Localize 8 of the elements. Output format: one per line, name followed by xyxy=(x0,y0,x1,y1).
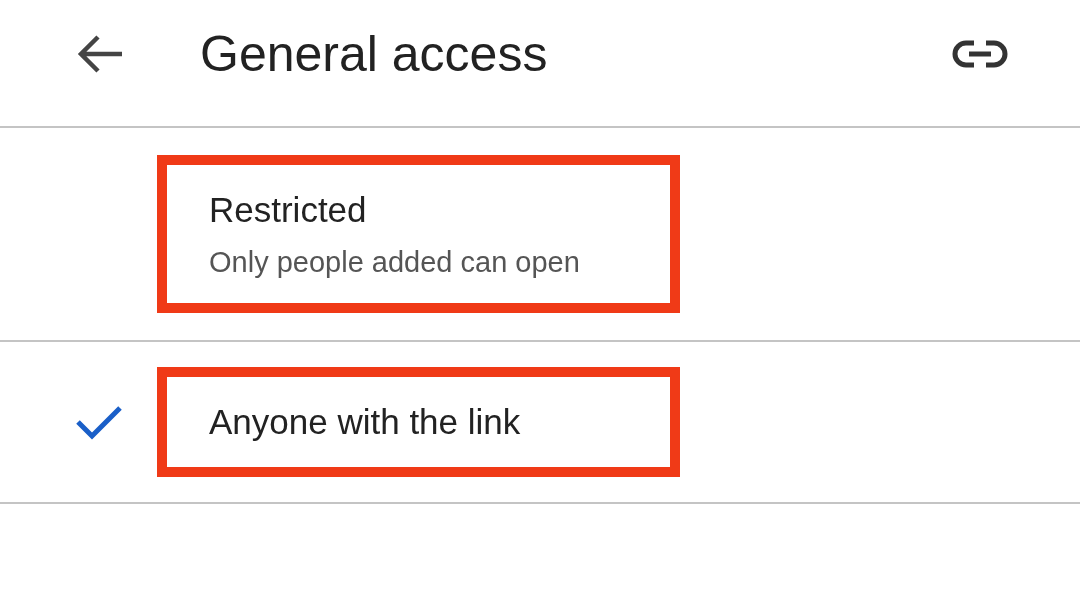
option-label: Anyone with the link xyxy=(209,402,522,442)
link-icon[interactable] xyxy=(952,39,1008,69)
option-description: Only people added can open xyxy=(209,245,581,279)
page-title: General access xyxy=(200,25,549,83)
access-option[interactable]: Anyone with the link xyxy=(0,342,1080,504)
access-option[interactable]: Restricted Only people added can open xyxy=(0,128,1080,342)
option-label: Restricted xyxy=(209,189,368,230)
back-arrow-icon[interactable] xyxy=(76,34,124,74)
